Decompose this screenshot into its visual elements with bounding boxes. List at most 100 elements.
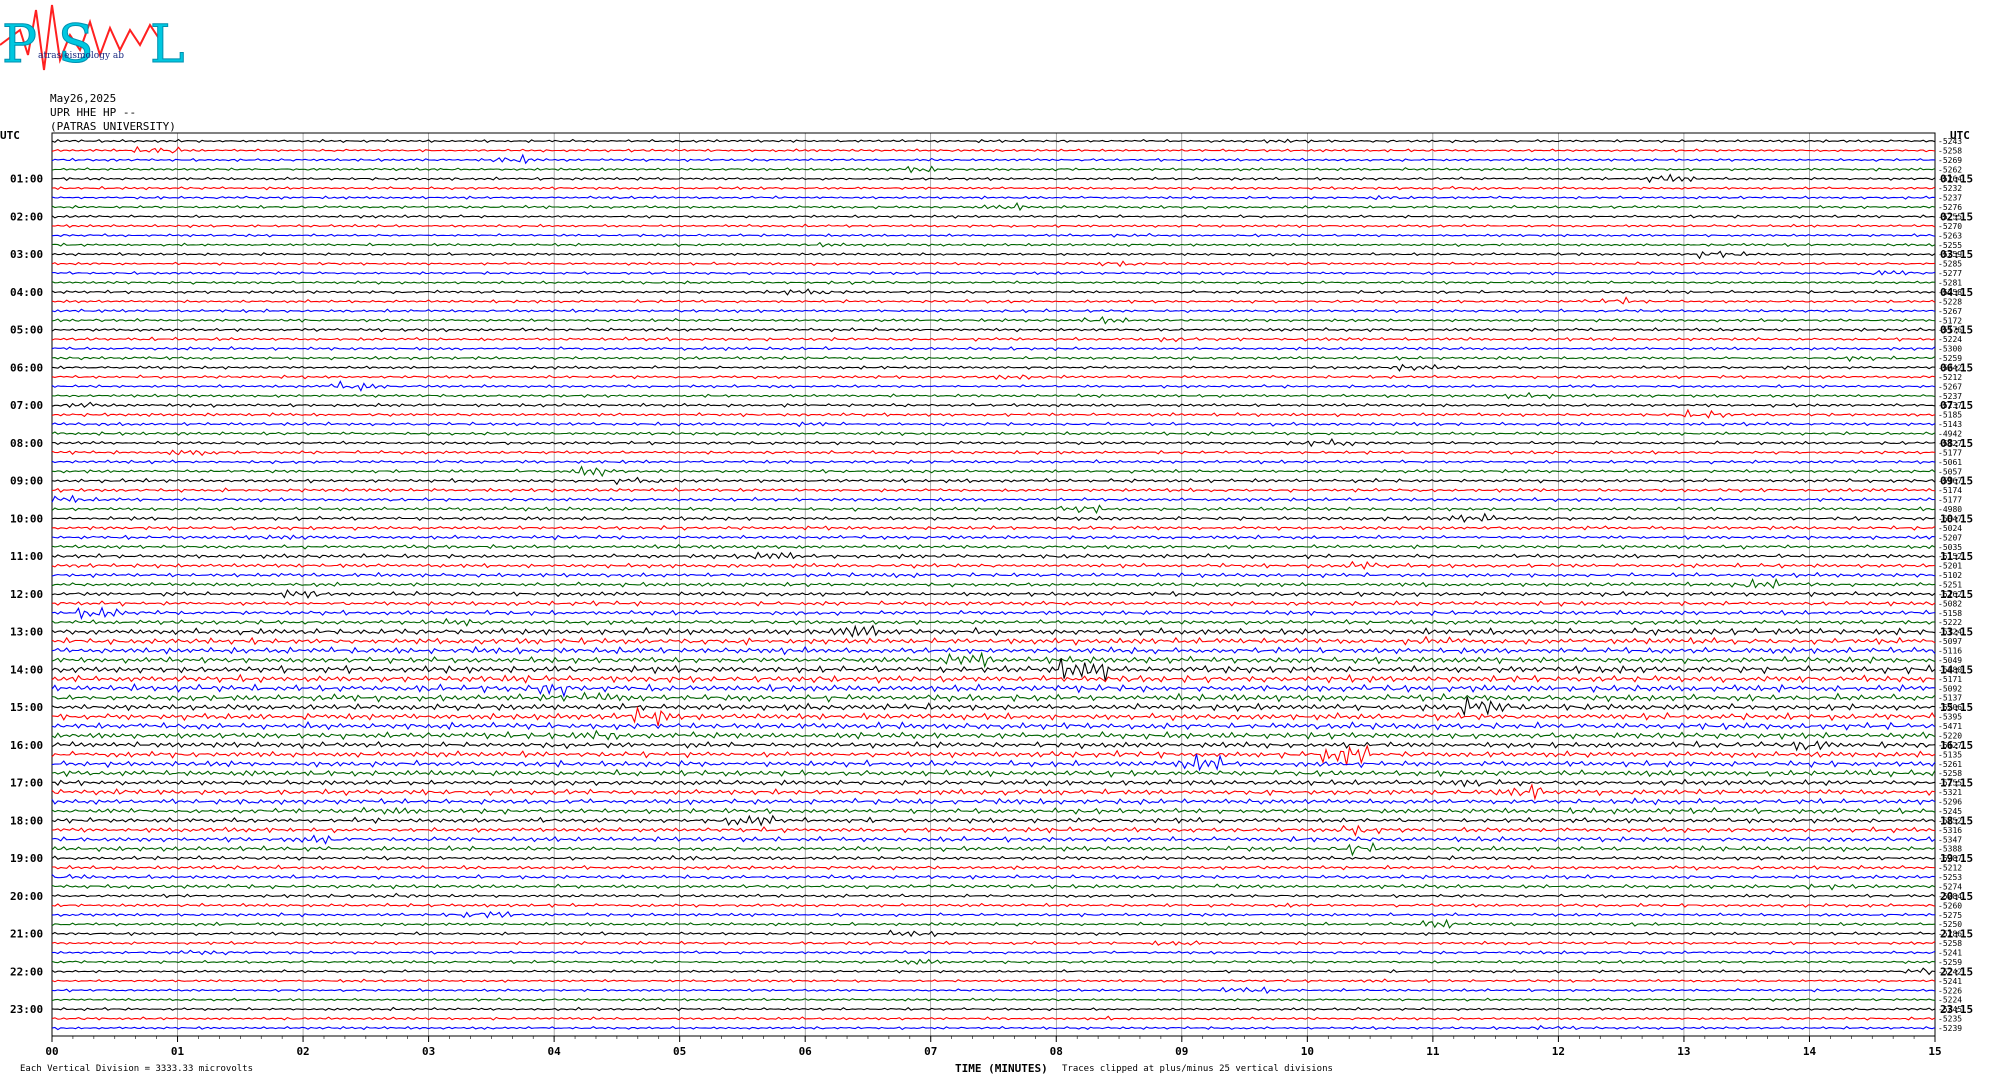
left-hour-label: 21:00 [10, 928, 43, 941]
seismic-trace [51, 173, 1936, 184]
left-axis-title: UTC [0, 129, 20, 142]
seismic-trace [51, 696, 1936, 717]
seismic-trace [51, 577, 1936, 590]
right-hour-label: 14:15 [1940, 663, 1973, 676]
seismic-trace [51, 315, 1936, 325]
seismic-trace [51, 153, 1936, 165]
left-hour-label: 20:00 [10, 890, 43, 903]
right-hour-label: 23:15 [1940, 1003, 1973, 1016]
right-hour-label: 13:15 [1940, 626, 1973, 639]
left-hour-label: 04:00 [10, 286, 43, 299]
seismic-trace [51, 165, 1936, 174]
seismic-trace [51, 551, 1936, 560]
seismic-trace [51, 214, 1936, 219]
seismic-trace [51, 729, 1936, 741]
trace-offset-label: -5296 [1938, 798, 1962, 807]
seismic-trace [51, 806, 1936, 815]
seismic-trace [51, 525, 1936, 531]
x-tick-label: 04 [548, 1045, 562, 1058]
trace-offset-label: -5243 [1938, 137, 1962, 146]
trace-offset-label: -5143 [1938, 420, 1962, 429]
trace-offset-label: -5237 [1938, 194, 1962, 203]
seismic-trace [51, 721, 1936, 731]
seismic-trace [51, 534, 1936, 541]
seismic-trace [51, 232, 1936, 238]
trace-offset-label: -5263 [1938, 231, 1962, 240]
seismic-trace [51, 571, 1936, 579]
right-hour-label: 17:15 [1940, 777, 1973, 790]
right-hour-label: 18:15 [1940, 814, 1973, 827]
seismic-trace [51, 201, 1936, 212]
seismic-trace [51, 814, 1936, 827]
seismic-trace [51, 1024, 1936, 1031]
seismic-trace [51, 504, 1936, 515]
seismic-trace [51, 1006, 1936, 1012]
seismic-trace [51, 910, 1935, 919]
x-tick-label: 01 [171, 1045, 185, 1058]
right-hour-label: 11:15 [1940, 550, 1973, 563]
left-hour-label: 09:00 [10, 475, 43, 488]
seismic-trace [51, 635, 1936, 646]
trace-offset-label: -5207 [1938, 533, 1962, 542]
x-tick-label: 15 [1928, 1045, 1941, 1058]
seismic-trace [51, 380, 1936, 392]
seismic-trace [51, 269, 1936, 276]
seismic-trace [51, 617, 1936, 627]
x-tick-label: 00 [45, 1045, 58, 1058]
seismic-trace [51, 918, 1936, 929]
clipping-note: Traces clipped at plus/minus 25 vertical… [1062, 1064, 1333, 1074]
left-hour-label: 18:00 [10, 814, 43, 827]
left-hour-label: 08:00 [10, 437, 43, 450]
seismic-trace [51, 544, 1936, 550]
seismic-trace [51, 408, 1936, 419]
trace-offset-label: -5092 [1938, 684, 1962, 693]
x-axis-title: TIME (MINUTES) [955, 1062, 1048, 1075]
right-hour-label: 12:15 [1940, 588, 1973, 601]
seismic-trace [51, 864, 1936, 871]
left-hour-label: 12:00 [10, 588, 43, 601]
right-hour-label: 15:15 [1940, 701, 1973, 714]
seismic-trace [51, 185, 1936, 191]
x-tick-label: 06 [799, 1045, 813, 1058]
seismic-trace [51, 138, 1936, 144]
trace-offset-label: -5267 [1938, 382, 1962, 391]
left-hour-label: 02:00 [10, 210, 43, 223]
seismic-trace [51, 401, 1936, 408]
seismic-trace [51, 986, 1936, 995]
trace-offset-label: -5116 [1938, 647, 1962, 656]
seismic-trace [51, 967, 1936, 976]
left-hour-label: 01:00 [10, 173, 43, 186]
seismic-trace [51, 902, 1936, 908]
plot-frame [51, 132, 1936, 1037]
seismic-trace [51, 308, 1936, 314]
trace-offset-label: -5267 [1938, 307, 1962, 316]
seismic-trace [51, 296, 1936, 305]
left-hour-label: 19:00 [10, 852, 43, 865]
seismic-trace [51, 449, 1936, 457]
seismic-trace [51, 336, 1936, 343]
left-hour-label: 15:00 [10, 701, 43, 714]
left-hour-label: 10:00 [10, 512, 43, 525]
left-hour-label: 22:00 [10, 965, 43, 978]
x-tick-label: 09 [1175, 1045, 1188, 1058]
seismic-trace [51, 673, 1936, 684]
right-hour-label: 22:15 [1940, 965, 1973, 978]
vertical-division-note: Each Vertical Division = 3333.33 microvo… [20, 1064, 253, 1074]
seismic-trace [51, 978, 1936, 983]
trace-offset-label: -5347 [1938, 835, 1962, 844]
seismic-trace [51, 512, 1936, 523]
seismic-trace [51, 883, 1936, 891]
seismic-trace [51, 355, 1936, 363]
seismic-trace [51, 494, 1936, 504]
trace-offset-label: -5061 [1938, 458, 1962, 467]
seismic-trace [51, 768, 1936, 778]
seismic-trace [51, 705, 1936, 727]
seismic-trace [51, 873, 1936, 880]
seismic-trace [51, 459, 1936, 465]
right-hour-label: 20:15 [1940, 890, 1973, 903]
seismic-trace [51, 345, 1936, 352]
x-tick-label: 07 [924, 1045, 937, 1058]
left-hour-label: 14:00 [10, 663, 43, 676]
right-hour-label: 02:15 [1940, 210, 1973, 223]
x-tick-label: 13 [1677, 1045, 1690, 1058]
